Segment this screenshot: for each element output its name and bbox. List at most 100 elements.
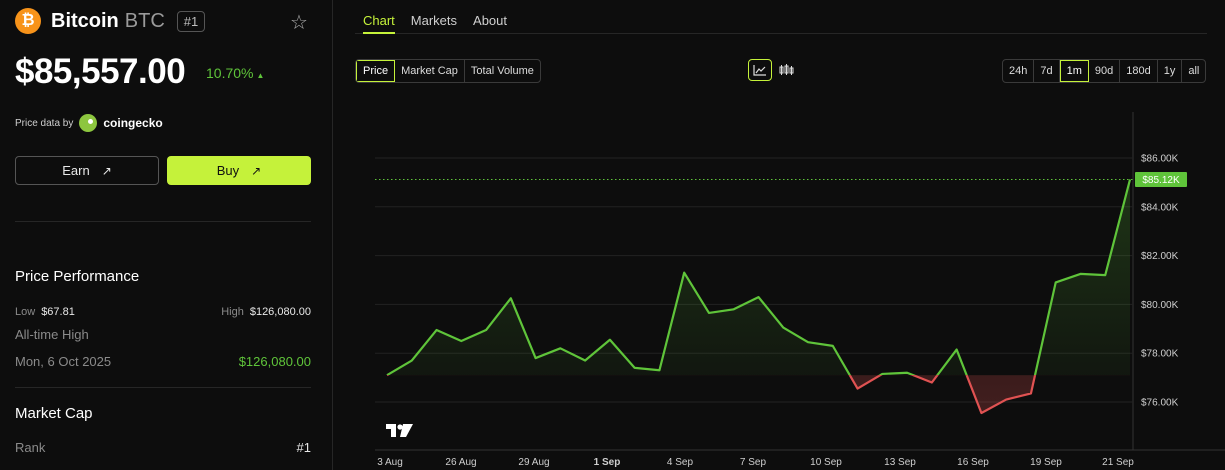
price-point[interactable] bbox=[929, 379, 935, 385]
coin-sidebar: ₿ Bitcoin BTC #1 ☆ $85,557.00 10.70% ▲ Pr… bbox=[0, 0, 333, 470]
price-point[interactable] bbox=[483, 327, 489, 333]
price-chart[interactable]: $86.00K $84.00K $82.00K $80.00K $78.00K $76.0… bbox=[355, 112, 1225, 470]
y-tick-label: $76.00K bbox=[1141, 398, 1179, 409]
divider bbox=[15, 387, 311, 388]
price-point[interactable] bbox=[978, 410, 984, 416]
coin-name: Bitcoin bbox=[51, 9, 119, 32]
x-tick-label: 26 Aug bbox=[445, 457, 476, 468]
favorite-star-icon[interactable]: ☆ bbox=[290, 10, 308, 35]
tab-chart[interactable]: Chart bbox=[363, 0, 395, 34]
earn-button[interactable]: Earn ↗ bbox=[15, 156, 159, 185]
x-tick-label: 29 Aug bbox=[518, 457, 549, 468]
metric-total-volume[interactable]: Total Volume bbox=[465, 60, 540, 82]
price-data-label: Price data by bbox=[15, 117, 74, 129]
rank-label: Rank bbox=[15, 440, 46, 455]
buy-button[interactable]: Buy ↗ bbox=[167, 156, 311, 185]
current-price: $85,557.00 bbox=[15, 52, 186, 91]
price-point[interactable] bbox=[879, 371, 885, 377]
up-triangle-icon: ▲ bbox=[256, 71, 265, 80]
earn-label: Earn bbox=[62, 163, 90, 178]
range-all[interactable]: all bbox=[1182, 60, 1205, 82]
y-tick-label: $84.00K bbox=[1141, 202, 1179, 213]
x-tick-label: 4 Sep bbox=[667, 457, 694, 468]
x-tick-label: 16 Sep bbox=[957, 457, 989, 468]
ath-label: All-time High bbox=[15, 327, 89, 342]
buy-label: Buy bbox=[216, 163, 240, 178]
ath-detail-row: Mon, 6 Oct 2025 $126,080.00 bbox=[15, 354, 311, 369]
price-point[interactable] bbox=[731, 306, 737, 312]
price-point[interactable] bbox=[855, 386, 861, 392]
price-data-provider[interactable]: coingecko bbox=[103, 116, 162, 130]
price-point[interactable] bbox=[1053, 279, 1059, 285]
metric-selector: Price Market Cap Total Volume bbox=[355, 59, 541, 83]
ath-value: $126,080.00 bbox=[238, 354, 311, 369]
line-chart-icon[interactable] bbox=[748, 59, 772, 81]
price-point[interactable] bbox=[508, 295, 514, 301]
price-point[interactable] bbox=[656, 367, 662, 373]
y-tick-label: $80.00K bbox=[1141, 300, 1179, 311]
metric-market-cap[interactable]: Market Cap bbox=[395, 60, 465, 82]
price-point[interactable] bbox=[1028, 390, 1034, 396]
current-price-label: $85.12K bbox=[1142, 175, 1180, 186]
price-performance-title: Price Performance bbox=[15, 268, 140, 285]
price-point[interactable] bbox=[557, 345, 563, 351]
x-tick-label: 10 Sep bbox=[810, 457, 842, 468]
price-point[interactable] bbox=[409, 358, 415, 364]
price-point[interactable] bbox=[1077, 271, 1083, 277]
tab-markets[interactable]: Markets bbox=[411, 0, 457, 34]
tradingview-logo-icon bbox=[386, 424, 413, 437]
coin-symbol: BTC bbox=[124, 9, 165, 32]
price-change-value: 10.70% bbox=[206, 65, 254, 81]
price-point[interactable] bbox=[434, 327, 440, 333]
rank-row: Rank #1 bbox=[15, 440, 311, 455]
tab-about[interactable]: About bbox=[473, 0, 507, 34]
y-tick-label: $86.00K bbox=[1141, 154, 1179, 165]
divider bbox=[15, 221, 311, 222]
y-tick-label: $82.00K bbox=[1141, 251, 1179, 262]
price-point[interactable] bbox=[954, 347, 960, 353]
bitcoin-logo-icon: ₿ bbox=[15, 8, 41, 34]
price-point[interactable] bbox=[780, 325, 786, 331]
candlestick-chart-icon[interactable] bbox=[774, 59, 798, 81]
price-point[interactable] bbox=[607, 337, 613, 343]
price-point[interactable] bbox=[533, 355, 539, 361]
rank-badge: #1 bbox=[176, 10, 206, 32]
metric-price[interactable]: Price bbox=[356, 60, 396, 82]
low-group: Low $67.81 bbox=[15, 303, 75, 318]
high-group: High $126,080.00 bbox=[221, 303, 311, 318]
price-data-source: Price data by coingecko bbox=[15, 114, 163, 132]
external-arrow-icon: ↗ bbox=[251, 163, 262, 178]
range-24h[interactable]: 24h bbox=[1003, 60, 1035, 82]
x-tick-label: 1 Sep bbox=[594, 457, 621, 468]
y-tick-label: $78.00K bbox=[1141, 349, 1179, 360]
price-point[interactable] bbox=[384, 372, 390, 378]
range-90d[interactable]: 90d bbox=[1089, 60, 1121, 82]
price-point[interactable] bbox=[1102, 272, 1108, 278]
low-label: Low bbox=[15, 306, 36, 318]
price-point[interactable] bbox=[904, 370, 910, 376]
price-point[interactable] bbox=[805, 339, 811, 345]
price-point[interactable] bbox=[582, 358, 588, 364]
price-point[interactable] bbox=[756, 294, 762, 300]
x-tick-label: 19 Sep bbox=[1030, 457, 1062, 468]
chart-type-selector bbox=[748, 59, 798, 81]
price-change: 10.70% ▲ bbox=[206, 65, 264, 81]
range-1m[interactable]: 1m bbox=[1059, 60, 1089, 82]
price-point[interactable] bbox=[681, 270, 687, 276]
time-range-selector: 24h 7d 1m 90d 180d 1y all bbox=[1002, 59, 1207, 83]
price-point[interactable] bbox=[458, 338, 464, 344]
range-180d[interactable]: 180d bbox=[1120, 60, 1158, 82]
range-7d[interactable]: 7d bbox=[1034, 60, 1060, 82]
rank-value: #1 bbox=[296, 440, 311, 455]
price-point[interactable] bbox=[830, 343, 836, 349]
range-1y[interactable]: 1y bbox=[1158, 60, 1183, 82]
high-value: $126,080.00 bbox=[249, 306, 311, 318]
external-arrow-icon: ↗ bbox=[101, 163, 112, 178]
x-tick-label: 21 Sep bbox=[1102, 457, 1134, 468]
low-value: $67.81 bbox=[41, 306, 75, 318]
ath-date: Mon, 6 Oct 2025 bbox=[15, 354, 112, 369]
price-point[interactable] bbox=[632, 365, 638, 371]
detail-tabs: Chart Markets About bbox=[355, 0, 1207, 34]
price-point[interactable] bbox=[706, 310, 712, 316]
price-point[interactable] bbox=[1003, 397, 1009, 403]
